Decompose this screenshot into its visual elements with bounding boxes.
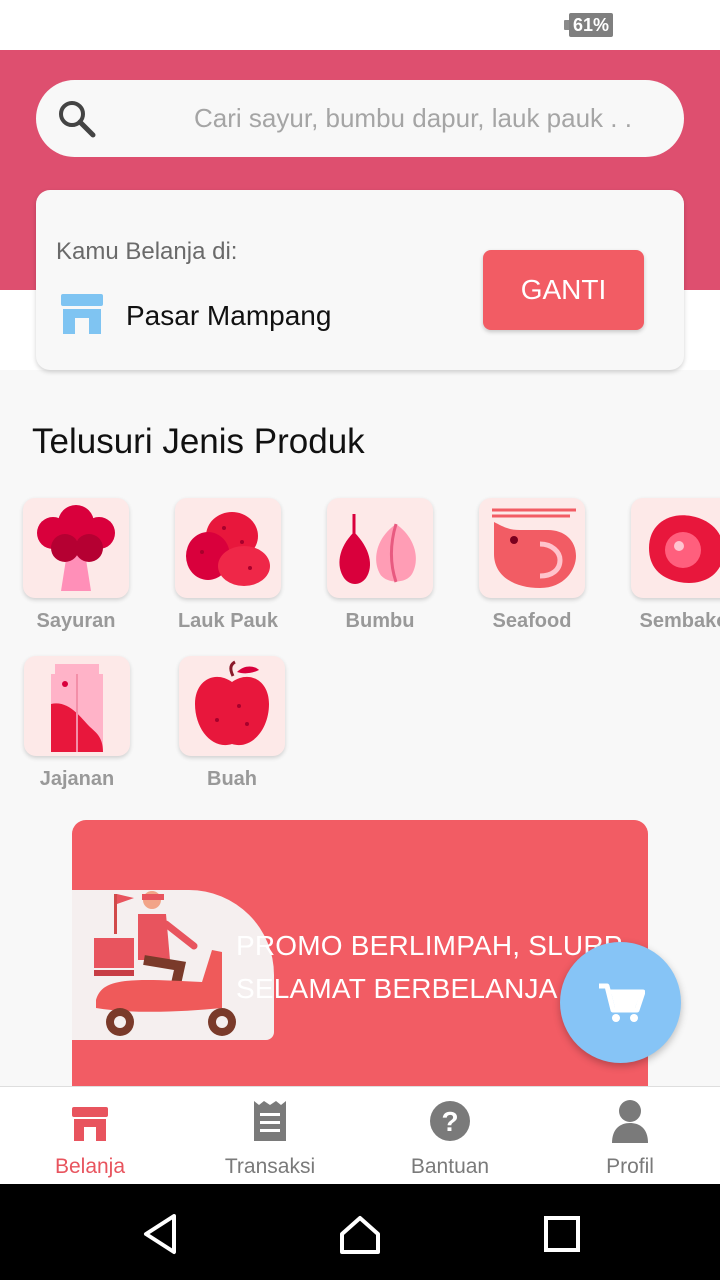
battery-level: 61% <box>569 13 614 37</box>
garlic-onion-icon <box>339 514 416 584</box>
category-label: Lauk Pauk <box>177 610 279 632</box>
category-bumbu[interactable]: Bumbu <box>305 498 455 633</box>
search-bar[interactable]: Cari sayur, bumbu dapur, lauk pauk . . <box>36 80 684 157</box>
nav-label: Bantuan <box>410 1155 490 1178</box>
category-sayuran[interactable]: Sayuran <box>1 498 151 633</box>
delivery-scooter-icon <box>94 891 236 1036</box>
potato-icon <box>186 512 270 586</box>
egg-icon <box>649 515 720 583</box>
category-label: Buah <box>207 768 257 790</box>
market-card: Kamu Belanja di: Pasar Mampang GANTI <box>36 190 684 370</box>
market-name: Pasar Mampang <box>126 300 332 331</box>
nav-bantuan[interactable]: ? Bantuan <box>360 1087 540 1185</box>
shrimp-icon <box>492 508 576 588</box>
market-caption: Kamu Belanja di: <box>56 238 238 265</box>
category-label: Sembako <box>639 610 720 632</box>
nav-label: Profil <box>606 1155 654 1178</box>
system-nav-bar <box>0 1184 720 1280</box>
category-label: Seafood <box>492 610 572 632</box>
section-title: Telusuri Jenis Produk <box>32 422 365 461</box>
category-lauk-pauk[interactable]: Lauk Pauk <box>153 498 303 633</box>
category-seafood[interactable]: Seafood <box>457 498 607 633</box>
recents-icon[interactable] <box>540 1212 584 1256</box>
store-icon <box>61 294 103 334</box>
bottom-nav: Belanja Transaksi ? Bantuan Profil <box>0 1086 720 1184</box>
nav-label: Belanja <box>54 1155 126 1178</box>
category-tile <box>327 498 433 598</box>
category-tile <box>24 656 130 756</box>
category-label: Bumbu <box>345 610 415 632</box>
store-icon <box>72 1107 108 1141</box>
milk-carton-icon <box>51 664 103 752</box>
apple-icon <box>195 660 269 746</box>
cart-icon <box>598 983 645 1022</box>
nav-profil[interactable]: Profil <box>540 1087 720 1185</box>
receipt-icon <box>254 1101 286 1141</box>
back-icon[interactable] <box>138 1212 182 1256</box>
battery-indicator: 61% <box>564 13 614 37</box>
category-tile <box>179 656 285 756</box>
category-tile <box>175 498 281 598</box>
cart-button[interactable] <box>560 942 681 1063</box>
promo-banner[interactable]: PROMO BERLIMPAH, SLURP SELAMAT BERBELANJ… <box>72 820 648 1100</box>
category-sembako[interactable]: Sembako <box>609 498 720 633</box>
nav-transaksi[interactable]: Transaksi <box>180 1087 360 1185</box>
category-label: Sayuran <box>36 610 116 632</box>
promo-line-1: PROMO BERLIMPAH, SLURP <box>236 930 623 961</box>
home-icon[interactable] <box>338 1212 382 1256</box>
nav-label: Transaksi <box>224 1155 316 1178</box>
svg-text:?: ? <box>441 1106 458 1137</box>
search-input[interactable]: Cari sayur, bumbu dapur, lauk pauk . . <box>158 80 668 157</box>
person-icon <box>612 1100 648 1143</box>
category-buah[interactable]: Buah <box>157 656 307 791</box>
category-jajanan[interactable]: Jajanan <box>2 656 152 791</box>
category-tile <box>631 498 720 598</box>
change-market-button[interactable]: GANTI <box>483 250 644 330</box>
status-bar: 61% <box>0 0 720 50</box>
category-label: Jajanan <box>39 768 115 790</box>
broccoli-icon <box>37 505 115 591</box>
category-tile <box>479 498 585 598</box>
help-icon: ? <box>430 1101 470 1141</box>
category-tile <box>23 498 129 598</box>
nav-belanja[interactable]: Belanja <box>0 1087 180 1185</box>
search-icon <box>59 101 96 138</box>
